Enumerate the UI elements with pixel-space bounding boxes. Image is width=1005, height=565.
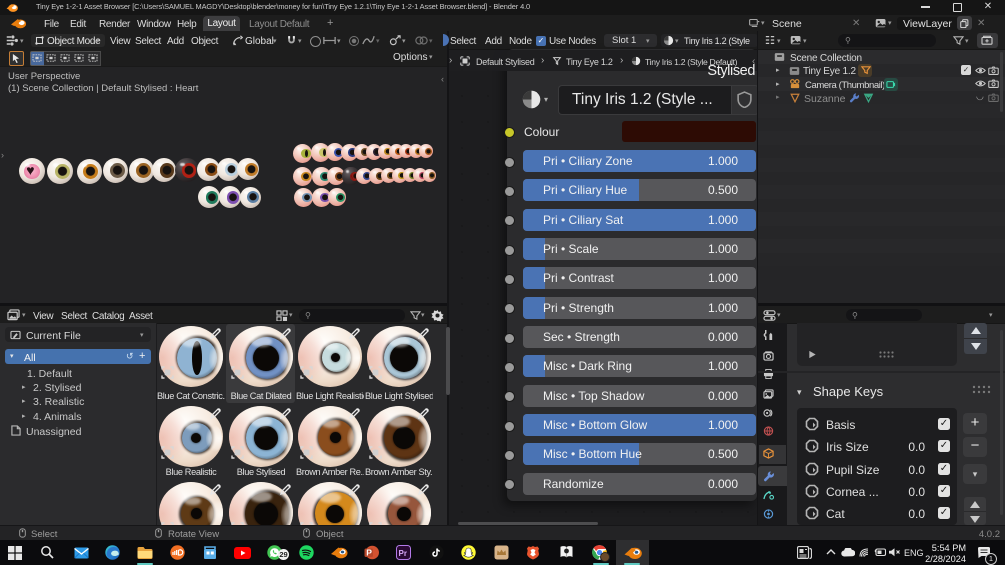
svg-text:P: P [366, 548, 372, 558]
svg-text:Pr: Pr [399, 549, 407, 558]
